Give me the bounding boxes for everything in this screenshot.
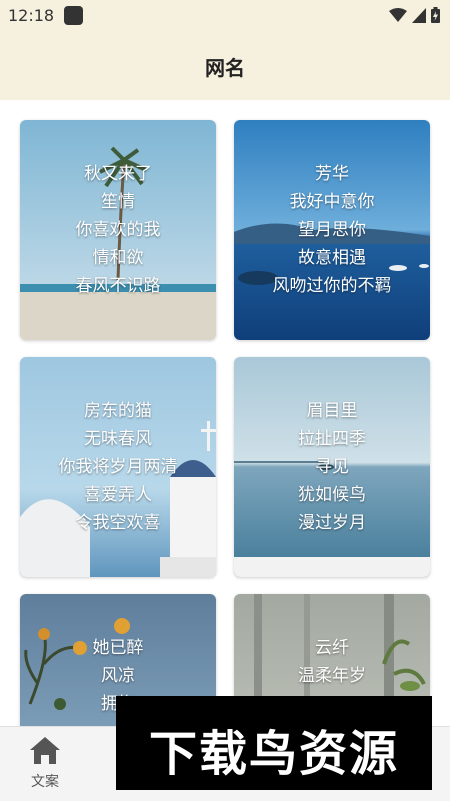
card-line: 无味春风	[84, 429, 152, 449]
card-text: 云纤 温柔年岁	[234, 634, 430, 690]
tab-home[interactable]: 文案	[15, 735, 75, 795]
card-line: 风凉	[101, 666, 135, 686]
card-line: 漫过岁月	[298, 513, 366, 533]
card-line: 你喜欢的我	[75, 220, 161, 240]
wifi-icon	[389, 7, 407, 22]
card-item[interactable]: 眉目里 拉扯四季 寻见 犹如候鸟 漫过岁月	[234, 357, 430, 577]
card-text: 眉目里 拉扯四季 寻见 犹如候鸟 漫过岁月	[234, 397, 430, 537]
card-line: 拉扯四季	[298, 429, 366, 449]
card-line: 眉目里	[306, 401, 358, 421]
card-line: 笙情	[101, 192, 135, 212]
card-line: 房东的猫	[84, 401, 152, 421]
status-icons	[389, 7, 440, 23]
card-text: 芳华 我好中意你 望月思你 故意相遇 风吻过你的不羁	[234, 160, 430, 300]
home-icon	[30, 737, 60, 764]
card-line: 令我空欢喜	[75, 513, 161, 533]
card-item[interactable]: 房东的猫 无味春风 你我将岁月两清 喜爱弄人 令我空欢喜	[20, 357, 216, 577]
page-title: 网名	[205, 56, 245, 80]
watermark-text: 下载鸟资源	[148, 726, 399, 782]
battery-icon	[431, 7, 440, 23]
card-line: 芳华	[315, 164, 349, 184]
card-line: 秋又来了	[84, 164, 152, 184]
card-line: 春风不识路	[75, 276, 161, 296]
app-header: 网名	[0, 32, 450, 100]
card-text: 秋又来了 笙情 你喜欢的我 情和欲 春风不识路	[20, 160, 216, 300]
card-text: 房东的猫 无味春风 你我将岁月两清 喜爱弄人 令我空欢喜	[20, 397, 216, 537]
card-line: 云纤	[315, 638, 349, 658]
card-line: 她已醉	[92, 638, 144, 658]
card-item[interactable]: 秋又来了 笙情 你喜欢的我 情和欲 春风不识路	[20, 120, 216, 340]
watermark-banner: 下载鸟资源	[116, 696, 432, 790]
signal-icon	[412, 7, 426, 23]
card-line: 风吻过你的不羁	[272, 276, 392, 296]
status-bar: 12:18	[0, 0, 450, 32]
card-line: 情和欲	[92, 248, 144, 268]
card-line: 犹如候鸟	[298, 485, 366, 505]
card-line: 寻见	[315, 457, 349, 477]
card-line: 你我将岁月两清	[58, 457, 178, 477]
tab-label: 文案	[31, 774, 59, 790]
status-time: 12:18	[8, 6, 55, 25]
card-line: 温柔年岁	[298, 666, 366, 686]
card-line: 故意相遇	[298, 248, 366, 268]
card-line: 我好中意你	[289, 192, 375, 212]
app-icon	[64, 6, 83, 25]
card-item[interactable]: 芳华 我好中意你 望月思你 故意相遇 风吻过你的不羁	[234, 120, 430, 340]
card-line: 喜爱弄人	[84, 485, 152, 505]
card-grid[interactable]: 秋又来了 笙情 你喜欢的我 情和欲 春风不识路 芳华 我好中意你 望月思你 故意…	[0, 100, 450, 726]
card-line: 望月思你	[298, 220, 366, 240]
